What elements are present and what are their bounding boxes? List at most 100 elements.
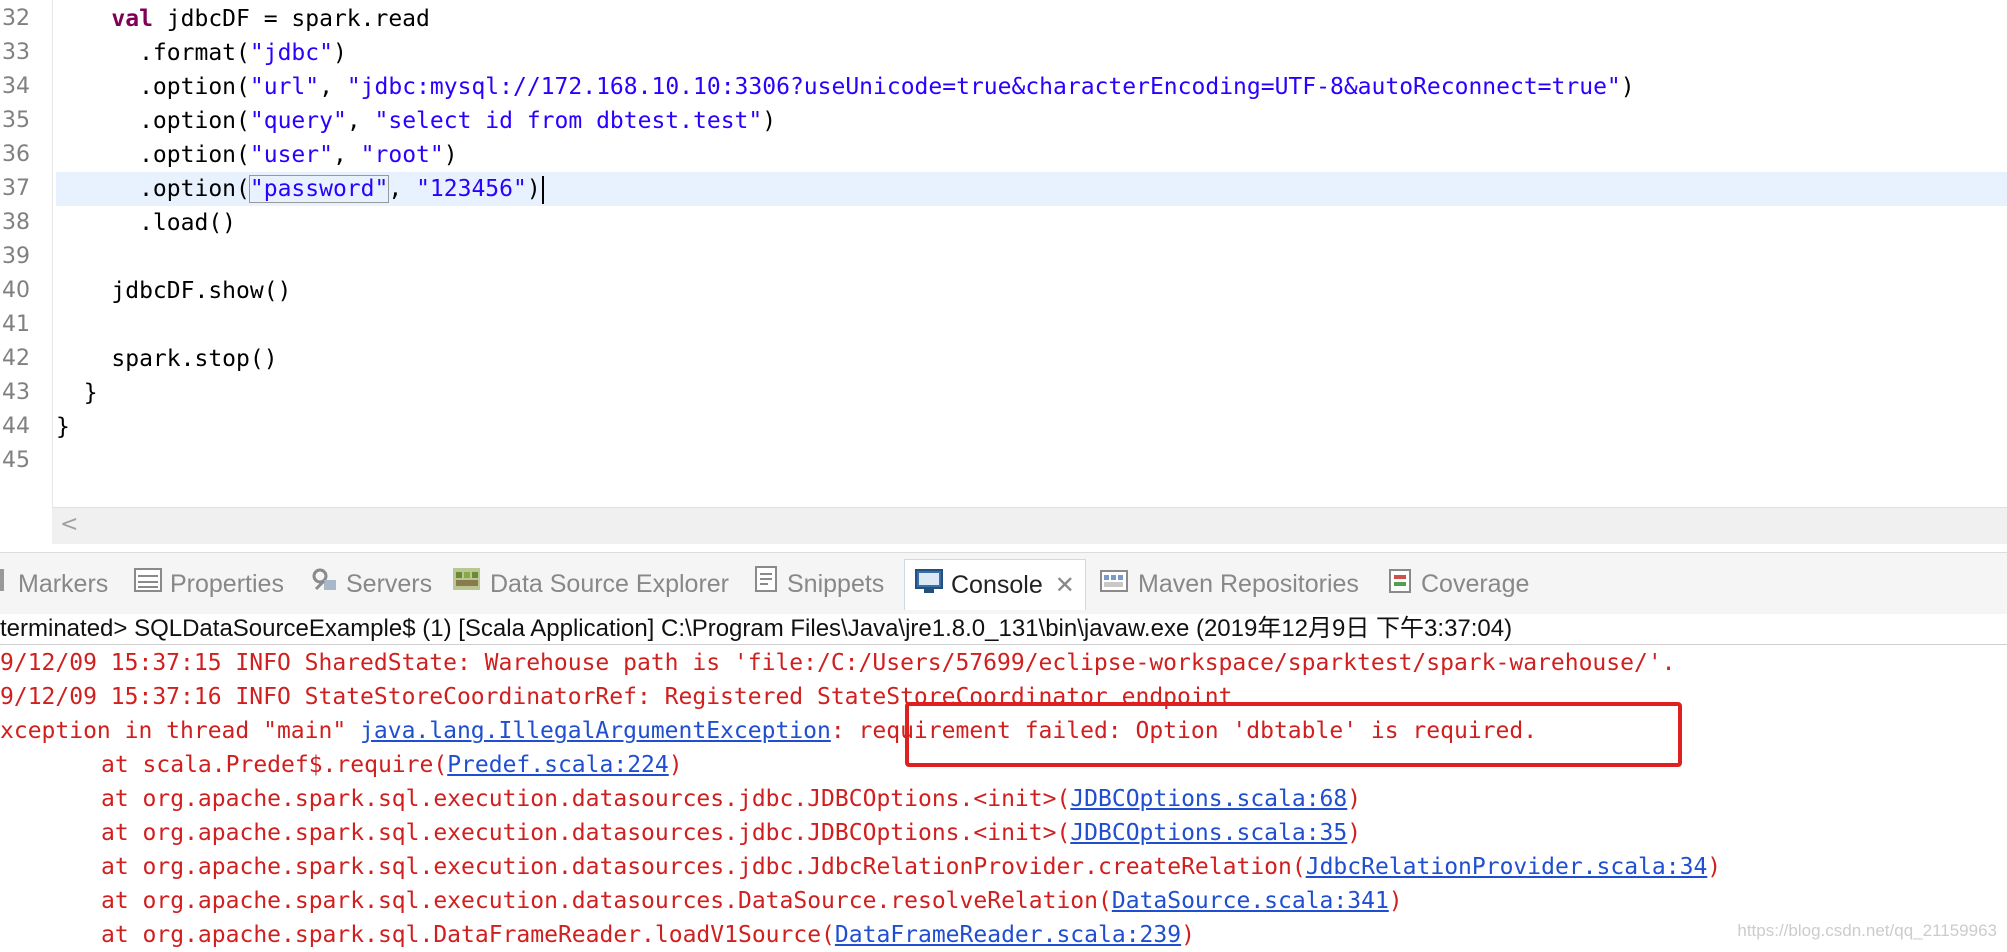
code-line[interactable]: .option("user", "root") — [56, 138, 2007, 172]
console-line: at org.apache.spark.sql.execution.dataso… — [101, 884, 1403, 918]
console-text: at scala.Predef$.require( — [101, 752, 448, 778]
scroll-left-arrow-icon[interactable]: < — [60, 512, 78, 537]
code-line[interactable]: jdbcDF.show() — [56, 274, 2007, 308]
string-literal-token: "query" — [249, 108, 347, 134]
line-number: 33 — [2, 40, 30, 65]
tab-label: Data Source Explorer — [490, 570, 730, 598]
data-source-explorer-icon — [452, 562, 482, 608]
code-line[interactable]: spark.stop() — [56, 342, 2007, 376]
error-highlight-box — [905, 702, 1682, 767]
bottom-panel-tab-bar: Markers Properties Servers Data Source Expl… — [0, 552, 2007, 615]
console-icon — [915, 561, 943, 611]
tab-label: Maven Repositories — [1138, 570, 1359, 598]
console-process-header: terminated> SQLDataSourceExample$ (1) [S… — [0, 614, 2007, 645]
line-number: 35 — [2, 108, 30, 133]
string-literal-token: "url" — [249, 74, 320, 100]
tab-markers[interactable]: Markers — [0, 561, 108, 607]
console-line: at org.apache.spark.sql.execution.dataso… — [101, 782, 1361, 816]
tab-label: Snippets — [787, 570, 885, 598]
tab-console[interactable]: Console ✕ — [904, 559, 1086, 610]
tab-coverage[interactable]: Coverage — [1387, 561, 1529, 607]
line-number: 42 — [2, 346, 30, 371]
properties-icon — [134, 562, 162, 608]
code-line[interactable]: val jdbcDF = spark.read — [56, 2, 2007, 36]
string-literal-token: "password" — [248, 175, 390, 203]
coverage-icon — [1387, 562, 1413, 608]
tab-label: Markers — [18, 570, 109, 598]
console-text: ) — [1347, 786, 1362, 812]
console-line: 9/12/09 15:37:15 INFO SharedState: Wareh… — [0, 646, 1676, 680]
tab-label: Servers — [346, 570, 433, 598]
console-line: at org.apache.spark.sql.execution.dataso… — [101, 850, 1721, 884]
stacktrace-link[interactable]: JDBCOptions.scala:35 — [1070, 820, 1347, 846]
console-text: ) — [1181, 922, 1195, 948]
code-line[interactable]: } — [56, 376, 2007, 410]
snippets-icon — [753, 562, 779, 608]
code-line[interactable] — [56, 308, 2007, 342]
console-text: 9/12/09 15:37:15 INFO SharedState: Wareh… — [0, 650, 1676, 676]
string-literal-token: "jdbc" — [249, 40, 333, 66]
console-text: at org.apache.spark.sql.execution.dataso… — [101, 820, 1071, 846]
tab-data-source-explorer[interactable]: Data Source Explorer — [452, 561, 729, 607]
console-text: at org.apache.spark.sql.execution.dataso… — [101, 786, 1071, 812]
line-number: 36 — [2, 142, 30, 167]
console-text: ) — [668, 752, 683, 778]
stacktrace-link[interactable]: JdbcRelationProvider.scala:34 — [1306, 854, 1708, 880]
code-line[interactable]: .option("query", "select id from dbtest.… — [56, 104, 2007, 138]
tab-label: Console — [951, 571, 1043, 599]
watermark: https://blog.csdn.net/qq_21159963 — [1737, 921, 1997, 940]
tab-servers[interactable]: Servers — [312, 561, 432, 607]
string-literal-token: "select id from dbtest.test" — [374, 108, 763, 134]
code-editor[interactable]: 32 33 34 35 36 37 38 39 40 41 42 43 44 45 val jdbcDF … — [0, 0, 2007, 507]
code-line[interactable] — [56, 444, 2007, 478]
line-number: 37 — [2, 176, 30, 201]
line-number: 45 — [2, 448, 30, 473]
current-code-line[interactable]: .option("password", "123456") — [56, 172, 2007, 206]
tab-properties[interactable]: Properties — [134, 561, 284, 607]
close-icon[interactable]: ✕ — [1055, 572, 1075, 599]
line-number: 38 — [2, 210, 30, 235]
string-literal-token: "root" — [360, 142, 444, 168]
line-number: 34 — [2, 74, 30, 99]
line-number: 44 — [2, 414, 30, 439]
console-output[interactable]: 9/12/09 15:37:15 INFO SharedState: Wareh… — [0, 646, 2007, 948]
console-text: xception in thread "main" — [0, 718, 361, 744]
line-number: 40 — [2, 278, 30, 303]
tab-label: Properties — [170, 570, 284, 598]
maven-icon — [1100, 562, 1130, 608]
tab-label: Coverage — [1421, 570, 1530, 598]
text-cursor — [541, 175, 544, 204]
horizontal-scrollbar[interactable]: < — [52, 507, 2007, 544]
console-text: ) — [1347, 820, 1362, 846]
code-line[interactable] — [56, 240, 2007, 274]
keyword-token: val — [111, 6, 153, 32]
line-number: 32 — [2, 6, 30, 31]
code-line[interactable]: .load() — [56, 206, 2007, 240]
tab-snippets[interactable]: Snippets — [753, 561, 884, 607]
servers-icon — [312, 562, 338, 608]
line-number-gutter: 32 33 34 35 36 37 38 39 40 41 42 43 44 45 — [0, 0, 53, 507]
console-text: at org.apache.spark.sql.execution.dataso… — [101, 854, 1306, 880]
console-text: ) — [1388, 888, 1403, 914]
string-literal-token: "user" — [249, 142, 333, 168]
code-line[interactable]: } — [56, 410, 2007, 444]
line-number: 39 — [2, 244, 30, 269]
stacktrace-link[interactable]: Predef.scala:224 — [447, 752, 669, 778]
console-line: at org.apache.spark.sql.execution.dataso… — [101, 816, 1361, 850]
code-line[interactable]: .format("jdbc") — [56, 36, 2007, 70]
markers-icon — [0, 562, 10, 608]
tab-maven-repositories[interactable]: Maven Repositories — [1100, 561, 1359, 607]
line-number: 41 — [2, 312, 30, 337]
string-literal-token: "123456" — [416, 176, 527, 202]
string-literal-token: "jdbc:mysql://172.168.10.10:3306?useUnic… — [346, 74, 1621, 100]
console-text: at org.apache.spark.sql.DataFrameReader.… — [101, 922, 835, 948]
stacktrace-link[interactable]: DataFrameReader.scala:239 — [835, 922, 1181, 948]
line-number: 43 — [2, 380, 30, 405]
stacktrace-link[interactable]: DataSource.scala:341 — [1112, 888, 1389, 914]
console-text: ) — [1707, 854, 1722, 880]
code-line[interactable]: .option("url", "jdbc:mysql://172.168.10.… — [56, 70, 2007, 104]
stacktrace-link[interactable]: java.lang.IllegalArgumentException — [360, 718, 831, 744]
console-line: at scala.Predef$.require(Predef.scala:22… — [101, 748, 683, 782]
stacktrace-link[interactable]: JDBCOptions.scala:68 — [1070, 786, 1347, 812]
console-text: at org.apache.spark.sql.execution.dataso… — [101, 888, 1112, 914]
